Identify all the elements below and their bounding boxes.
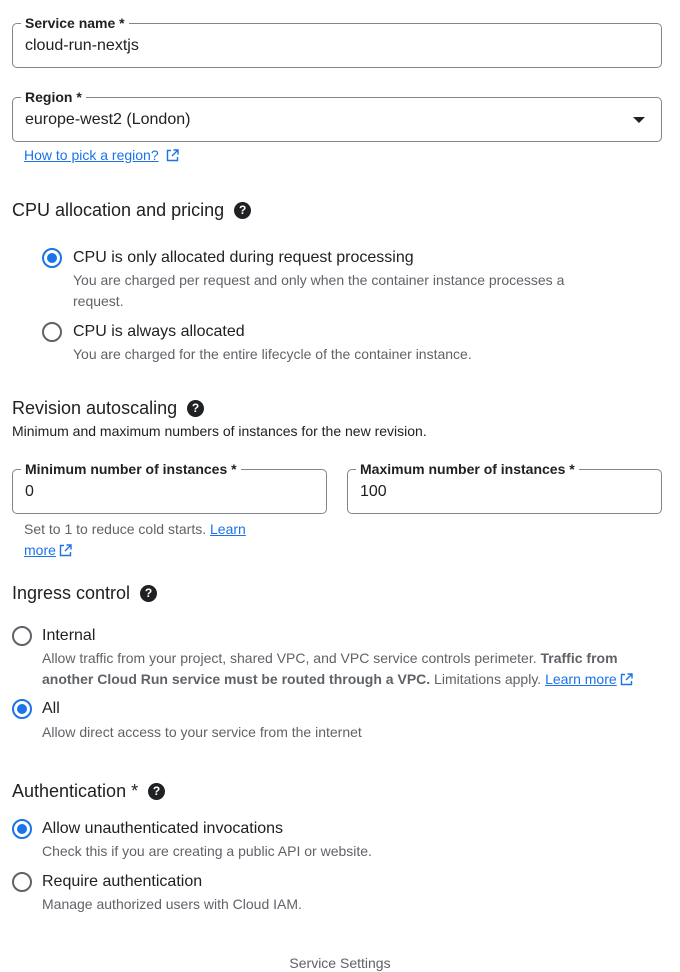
service-name-field[interactable]: Service name * cloud-run-nextjs	[12, 15, 662, 68]
autoscaling-title-text: Revision autoscaling	[12, 398, 178, 418]
region-select[interactable]: Region * europe-west2 (London)	[12, 89, 662, 142]
ingress-all-label: All	[42, 700, 60, 717]
max-instances-field[interactable]: Maximum number of instances * 100	[347, 461, 662, 514]
cpu-always-radio[interactable]	[42, 322, 62, 342]
figure-caption: Service Settings	[289, 955, 391, 971]
min-instances-value: 0	[25, 482, 34, 500]
cpu-request-label: CPU is only allocated during request pro…	[73, 249, 414, 266]
ingress-internal-desc-bold-1: Traffic from	[540, 650, 618, 666]
auth-section-title: Authentication * ?	[12, 781, 166, 802]
auth-require-radio[interactable]	[12, 872, 32, 892]
autoscaling-hint: Set to 1 to reduce cold starts. Learn mo…	[24, 519, 284, 561]
ingress-section-title: Ingress control ?	[12, 583, 158, 604]
auth-allow-radio[interactable]	[12, 819, 32, 839]
region-value: europe-west2 (London)	[25, 110, 191, 128]
auth-allow-label: Allow unauthenticated invocations	[42, 820, 284, 837]
auth-allow-desc: Check this if you are creating a public …	[42, 843, 372, 859]
auth-title-text: Authentication *	[12, 781, 139, 801]
help-icon[interactable]: ?	[140, 585, 158, 602]
autoscaling-hint-text: Set to 1 to reduce cold starts.	[24, 521, 207, 537]
help-icon[interactable]: ?	[187, 400, 205, 417]
external-link-icon	[620, 673, 633, 686]
external-link-icon	[166, 149, 179, 162]
ingress-internal-label: Internal	[42, 627, 96, 644]
help-icon[interactable]: ?	[148, 783, 166, 800]
min-instances-label: Minimum number of instances *	[21, 461, 241, 477]
ingress-title-text: Ingress control	[12, 583, 131, 603]
service-name-value: cloud-run-nextjs	[25, 36, 139, 54]
region-help-link[interactable]: How to pick a region?	[24, 147, 159, 163]
max-instances-value: 100	[360, 482, 387, 500]
autoscaling-subtitle: Minimum and maximum numbers of instances…	[12, 423, 427, 439]
ingress-internal-desc-a: Allow traffic from your project, shared …	[42, 650, 537, 666]
ingress-internal-desc-b: Limitations apply.	[434, 671, 542, 687]
cpu-title-text: CPU allocation and pricing	[12, 200, 225, 220]
ingress-learn-more-link[interactable]: Learn more	[545, 671, 617, 687]
cpu-request-desc: You are charged per request and only whe…	[73, 270, 663, 312]
ingress-internal-desc-bold-2: another Cloud Run service must be routed…	[42, 671, 431, 687]
auth-require-desc: Manage authorized users with Cloud IAM.	[42, 896, 302, 912]
autoscaling-learn-link[interactable]: Learn	[210, 521, 246, 537]
cpu-always-desc: You are charged for the entire lifecycle…	[73, 346, 472, 362]
max-instances-label: Maximum number of instances *	[356, 461, 579, 477]
ingress-all-radio[interactable]	[12, 699, 32, 719]
cpu-request-desc-line1: You are charged per request and only whe…	[73, 272, 565, 288]
ingress-all-desc: Allow direct access to your service from…	[42, 724, 362, 740]
external-link-icon	[59, 544, 72, 557]
help-icon[interactable]: ?	[234, 202, 252, 219]
cpu-request-radio[interactable]	[42, 248, 62, 268]
auth-require-label: Require authentication	[42, 873, 203, 890]
cpu-request-desc-line2: request.	[73, 293, 124, 309]
ingress-internal-radio[interactable]	[12, 626, 32, 646]
autoscaling-section-title: Revision autoscaling ?	[12, 398, 205, 419]
dropdown-arrow-icon	[633, 117, 645, 123]
autoscaling-more-link[interactable]: more	[24, 542, 56, 558]
cpu-always-label: CPU is always allocated	[73, 323, 245, 340]
cpu-section-title: CPU allocation and pricing ?	[12, 200, 252, 221]
ingress-internal-desc: Allow traffic from your project, shared …	[42, 648, 672, 690]
min-instances-field[interactable]: Minimum number of instances * 0	[12, 461, 327, 514]
